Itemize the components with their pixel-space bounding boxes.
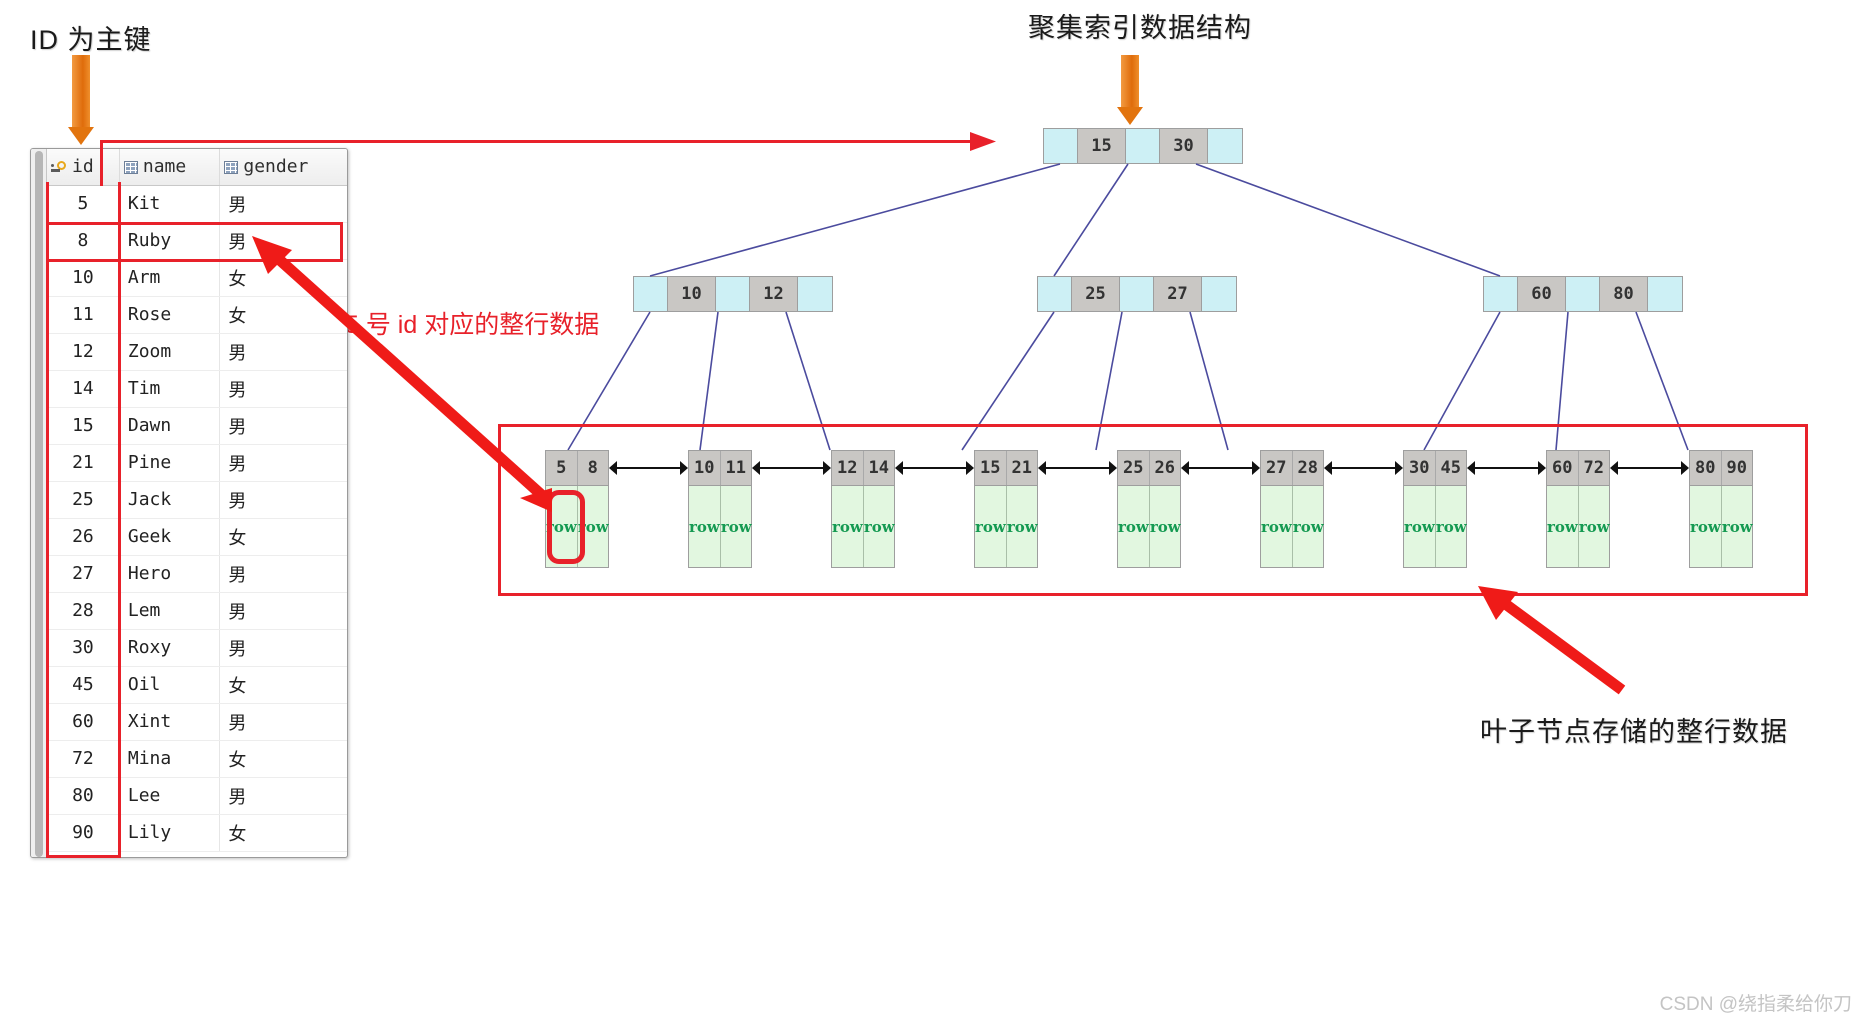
- leaf-level-highlight: [498, 424, 1808, 596]
- internal-node-2: 60 80: [1483, 276, 1683, 312]
- cell-name: Pine: [119, 444, 221, 482]
- orange-arrow-to-root: [1117, 55, 1143, 125]
- column-header-id[interactable]: id: [47, 149, 120, 186]
- cell-name: Arm: [119, 259, 221, 297]
- scrollbar-thumb[interactable]: [35, 151, 43, 857]
- primary-key-label: ID 为主键: [30, 25, 152, 55]
- orange-arrow-to-table: [68, 55, 94, 145]
- cell-gender: 男: [219, 333, 347, 371]
- column-header-name-label: name: [142, 156, 187, 178]
- cell-name: Jack: [119, 481, 221, 519]
- internal-2-key-0: 60: [1518, 277, 1566, 311]
- cell-name: Lily: [119, 814, 221, 852]
- internal-1-pointer-2: [1202, 277, 1236, 311]
- column-header-gender-label: gender: [243, 156, 309, 178]
- column-header-name[interactable]: name: [119, 149, 221, 186]
- cell-name: Kit: [119, 185, 221, 223]
- cell-name: Geek: [119, 518, 221, 556]
- cell-gender: 男: [219, 703, 347, 741]
- root-key-0: 15: [1078, 129, 1126, 163]
- cell-gender: 男: [219, 555, 347, 593]
- cell-gender: 女: [219, 296, 347, 334]
- internal-1-key-1: 27: [1154, 277, 1202, 311]
- column-header-gender[interactable]: gender: [219, 149, 347, 186]
- row-callout-label: 5 号 id 对应的整行数据: [345, 311, 600, 339]
- cell-gender: 男: [219, 185, 347, 223]
- internal-0-pointer-2: [798, 277, 832, 311]
- cell-gender: 男: [219, 407, 347, 445]
- cell-name: Zoom: [119, 333, 221, 371]
- cell-name: Mina: [119, 740, 221, 778]
- cell-gender: 女: [219, 518, 347, 556]
- cell-gender: 男: [219, 777, 347, 815]
- table-scrollbar[interactable]: [31, 149, 47, 857]
- cell-gender: 女: [219, 740, 347, 778]
- cell-name: Tim: [119, 370, 221, 408]
- column-header-id-label: id: [72, 156, 94, 178]
- root-pointer-2: [1208, 129, 1242, 163]
- internal-2-pointer-0: [1484, 277, 1518, 311]
- internal-0-key-1: 12: [750, 277, 798, 311]
- internal-2-key-1: 80: [1600, 277, 1648, 311]
- red-connector-horizontal: [100, 140, 980, 143]
- cell-gender: 男: [219, 370, 347, 408]
- cell-name: Rose: [119, 296, 221, 334]
- id-column-highlight: [46, 182, 121, 858]
- internal-1-pointer-0: [1038, 277, 1072, 311]
- tree-title: 聚集索引数据结构: [1028, 13, 1252, 43]
- cell-name: Roxy: [119, 629, 221, 667]
- internal-node-1: 25 27: [1037, 276, 1237, 312]
- cell-name: Hero: [119, 555, 221, 593]
- cell-name: Oil: [119, 666, 221, 704]
- cell-gender: 男: [219, 481, 347, 519]
- cell-name: Xint: [119, 703, 221, 741]
- internal-2-pointer-2: [1648, 277, 1682, 311]
- cell-gender: 男: [219, 592, 347, 630]
- internal-node-0: 10 12: [633, 276, 833, 312]
- row-cell-highlight: [547, 490, 585, 564]
- row-5-highlight: [46, 222, 343, 262]
- cell-name: Dawn: [119, 407, 221, 445]
- cell-gender: 女: [219, 814, 347, 852]
- internal-0-key-0: 10: [668, 277, 716, 311]
- internal-1-pointer-1: [1120, 277, 1154, 311]
- cell-gender: 男: [219, 444, 347, 482]
- primary-key-icon: [51, 161, 67, 174]
- table-header-row: id name gender: [47, 149, 347, 186]
- internal-2-pointer-1: [1566, 277, 1600, 311]
- internal-0-pointer-1: [716, 277, 750, 311]
- cell-gender: 女: [219, 666, 347, 704]
- cell-gender: 女: [219, 259, 347, 297]
- tree-root-node: 15 30: [1043, 128, 1243, 164]
- leaf-callout-label: 叶子节点存储的整行数据: [1480, 717, 1788, 747]
- internal-0-pointer-0: [634, 277, 668, 311]
- watermark: CSDN @绕指柔给你刀: [1659, 994, 1852, 1015]
- column-icon: [224, 161, 239, 175]
- cell-gender: 男: [219, 629, 347, 667]
- root-key-1: 30: [1160, 129, 1208, 163]
- red-connector-vertical: [100, 140, 103, 186]
- internal-1-key-0: 25: [1072, 277, 1120, 311]
- root-pointer-0: [1044, 129, 1078, 163]
- cell-name: Lem: [119, 592, 221, 630]
- column-icon: [123, 161, 138, 175]
- root-pointer-1: [1126, 129, 1160, 163]
- cell-name: Lee: [119, 777, 221, 815]
